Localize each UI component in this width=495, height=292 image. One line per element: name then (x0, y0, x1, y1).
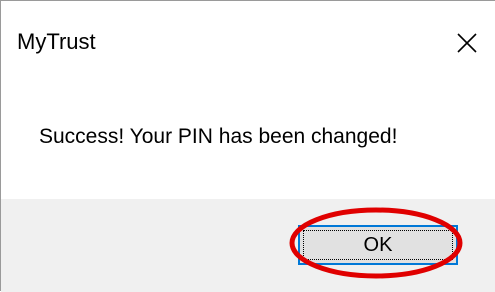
ok-button[interactable]: OK (298, 225, 458, 265)
ok-button-label: OK (363, 234, 393, 256)
close-icon (457, 33, 477, 53)
close-button[interactable] (439, 15, 495, 71)
success-message: Success! Your PIN has been changed! (39, 125, 398, 148)
message-dialog: MyTrust Success! Your PIN has been chang… (0, 0, 495, 292)
dialog-title: MyTrust (17, 29, 96, 54)
dialog-content: Success! Your PIN has been changed! (1, 75, 495, 199)
title-bar: MyTrust (1, 1, 495, 75)
dialog-footer: OK (1, 199, 495, 292)
